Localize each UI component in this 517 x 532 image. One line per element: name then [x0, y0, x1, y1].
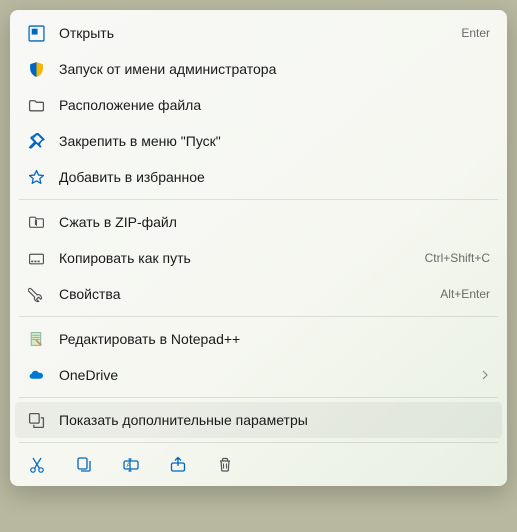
menu-item-label: Показать дополнительные параметры: [59, 412, 490, 428]
menu-item-shortcut: Alt+Enter: [440, 287, 490, 301]
menu-item-onedrive[interactable]: OneDrive: [15, 357, 502, 393]
chevron-right-icon: [480, 367, 490, 383]
menu-item-label: Редактировать в Notepad++: [59, 331, 490, 347]
menu-item-show-more-options[interactable]: Показать дополнительные параметры: [15, 402, 502, 438]
zip-icon: [27, 213, 45, 231]
svg-text:A: A: [127, 463, 131, 469]
menu-item-run-as-admin[interactable]: Запуск от имени администратора: [15, 51, 502, 87]
separator: [19, 199, 498, 200]
separator: [19, 316, 498, 317]
launch-icon: [27, 24, 45, 42]
menu-item-label: Расположение файла: [59, 97, 490, 113]
menu-item-label: Добавить в избранное: [59, 169, 490, 185]
onedrive-icon: [27, 366, 45, 384]
cut-button[interactable]: [27, 455, 47, 475]
share-button[interactable]: [168, 455, 188, 475]
menu-item-compress-zip[interactable]: Сжать в ZIP-файл: [15, 204, 502, 240]
action-bar: A: [15, 447, 502, 481]
menu-item-label: Запуск от имени администратора: [59, 61, 490, 77]
rename-button[interactable]: A: [121, 455, 141, 475]
copypath-icon: [27, 249, 45, 267]
menu-item-label: Открыть: [59, 25, 461, 41]
menu-item-label: Свойства: [59, 286, 440, 302]
expand-icon: [27, 411, 45, 429]
copy-button[interactable]: [74, 455, 94, 475]
menu-item-open[interactable]: Открыть Enter: [15, 15, 502, 51]
menu-item-add-favorite[interactable]: Добавить в избранное: [15, 159, 502, 195]
folder-icon: [27, 96, 45, 114]
menu-item-pin-start[interactable]: Закрепить в меню "Пуск": [15, 123, 502, 159]
wrench-icon: [27, 285, 45, 303]
menu-item-label: Сжать в ZIP-файл: [59, 214, 490, 230]
menu-item-edit-notepadpp[interactable]: Редактировать в Notepad++: [15, 321, 502, 357]
shield-icon: [27, 60, 45, 78]
pin-icon: [27, 132, 45, 150]
separator: [19, 442, 498, 443]
menu-item-label: OneDrive: [59, 367, 480, 383]
menu-item-shortcut: Ctrl+Shift+C: [425, 251, 490, 265]
menu-item-copy-as-path[interactable]: Копировать как путь Ctrl+Shift+C: [15, 240, 502, 276]
menu-item-shortcut: Enter: [461, 26, 490, 40]
star-icon: [27, 168, 45, 186]
menu-item-properties[interactable]: Свойства Alt+Enter: [15, 276, 502, 312]
menu-item-label: Копировать как путь: [59, 250, 425, 266]
delete-button[interactable]: [215, 455, 235, 475]
separator: [19, 397, 498, 398]
notepadpp-icon: [27, 330, 45, 348]
menu-item-label: Закрепить в меню "Пуск": [59, 133, 490, 149]
menu-item-file-location[interactable]: Расположение файла: [15, 87, 502, 123]
context-menu: Открыть Enter Запуск от имени администра…: [10, 10, 507, 486]
